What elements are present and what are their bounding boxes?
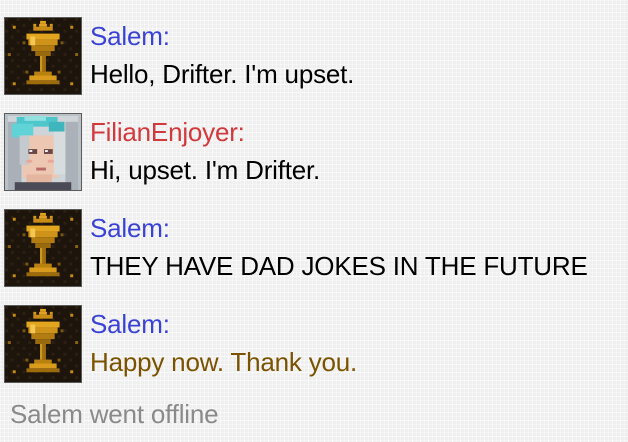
golden-chalice-icon (4, 17, 82, 95)
status-message: Salem went offline (10, 399, 219, 429)
message-text: Hello, Drifter. I'm upset. (90, 59, 355, 89)
sender-name: Salem: (90, 21, 170, 51)
silver-haired-girl-portrait-icon (4, 113, 82, 191)
chat-message: FilianEnjoyer: Hi, upset. I'm Drifter. (4, 113, 624, 193)
chat-message: Salem: Happy now. Thank you. (4, 305, 624, 385)
message-text: Happy now. Thank you. (90, 347, 358, 377)
golden-chalice-icon-graphic (5, 306, 81, 382)
sender-name: FilianEnjoyer: (90, 117, 245, 147)
message-text: THEY HAVE DAD JOKES IN THE FUTURE (90, 251, 588, 281)
golden-chalice-icon (4, 209, 82, 287)
chat-message: Salem: Hello, Drifter. I'm upset. (4, 17, 624, 97)
silver-haired-girl-portrait-icon-graphic (5, 114, 81, 190)
sender-name: Salem: (90, 309, 170, 339)
golden-chalice-icon (4, 305, 82, 383)
golden-chalice-icon-graphic (5, 210, 81, 286)
chat-message: Salem: THEY HAVE DAD JOKES IN THE FUTURE (4, 209, 624, 289)
sender-name: Salem: (90, 213, 170, 243)
chat-log: Salem: Hello, Drifter. I'm upset. Filian… (0, 0, 628, 442)
message-text: Hi, upset. I'm Drifter. (90, 155, 321, 185)
golden-chalice-icon-graphic (5, 18, 81, 94)
